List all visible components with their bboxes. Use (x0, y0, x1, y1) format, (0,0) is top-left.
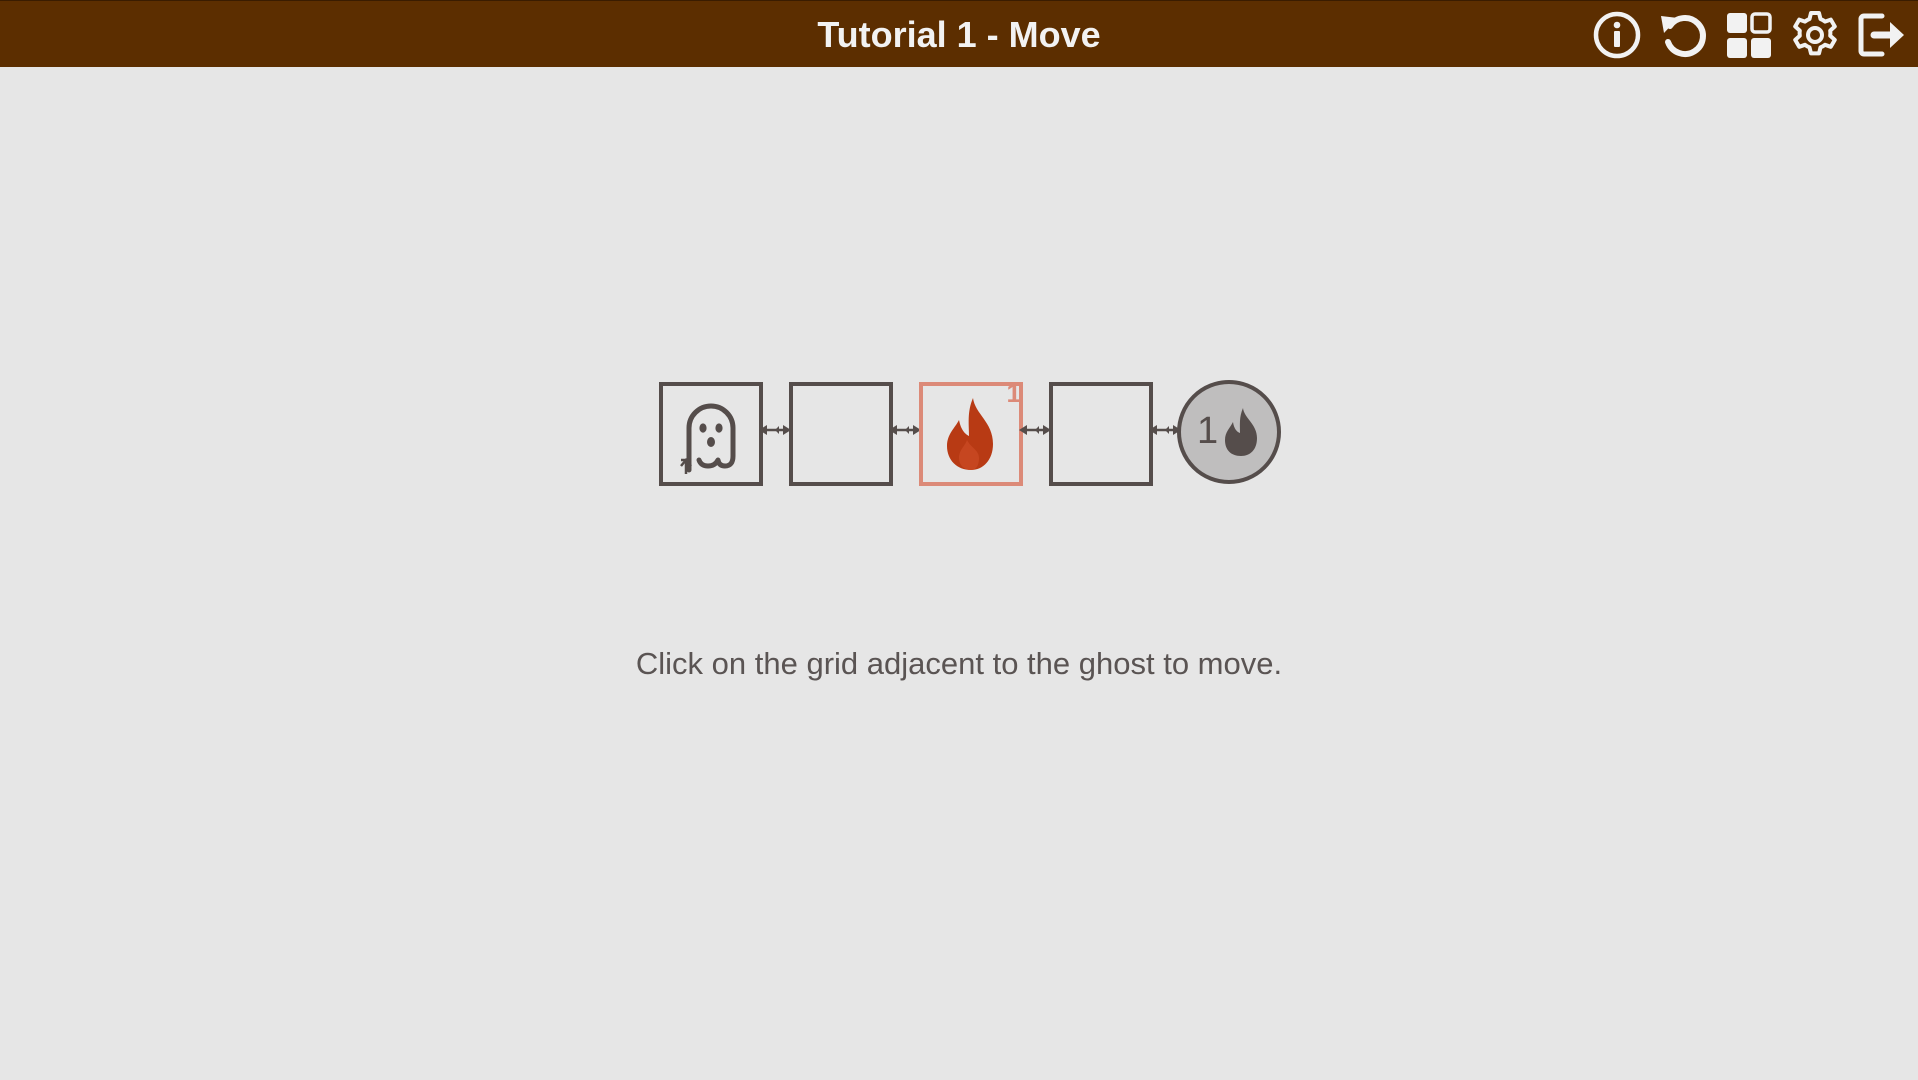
connector-arrow-1 (759, 425, 791, 435)
level-select-button[interactable] (1720, 6, 1778, 64)
grid-cell-empty[interactable] (789, 382, 893, 486)
goal-count: 1 (1197, 410, 1219, 452)
connector-arrow-3 (1019, 425, 1051, 435)
exit-icon (1858, 13, 1904, 57)
grid-cell-fire[interactable]: 1 (919, 378, 1023, 486)
settings-button[interactable] (1786, 6, 1844, 64)
fire-icon (947, 398, 993, 470)
toolbar (1580, 6, 1910, 64)
exit-button[interactable] (1852, 6, 1910, 64)
grid-cell-ghost[interactable] (659, 382, 763, 486)
fire-icon (1225, 408, 1257, 456)
tutorial-hint: Click on the grid adjacent to the ghost … (635, 646, 1283, 681)
goal-node[interactable]: 1 (1177, 380, 1281, 484)
restart-button[interactable] (1654, 6, 1712, 64)
level-board: 1 1 (657, 378, 1281, 486)
info-button[interactable] (1588, 6, 1646, 64)
info-icon (1593, 11, 1641, 59)
level-select-icon (1727, 12, 1772, 58)
gear-icon (1793, 11, 1837, 56)
connector-arrow-2 (889, 425, 921, 435)
restart-icon (1661, 15, 1706, 57)
fire-count: 1 (1006, 378, 1021, 408)
grid-cell-empty[interactable] (1049, 382, 1153, 486)
ghost-icon (680, 403, 736, 474)
top-bar: Tutorial 1 - Move (0, 0, 1918, 67)
